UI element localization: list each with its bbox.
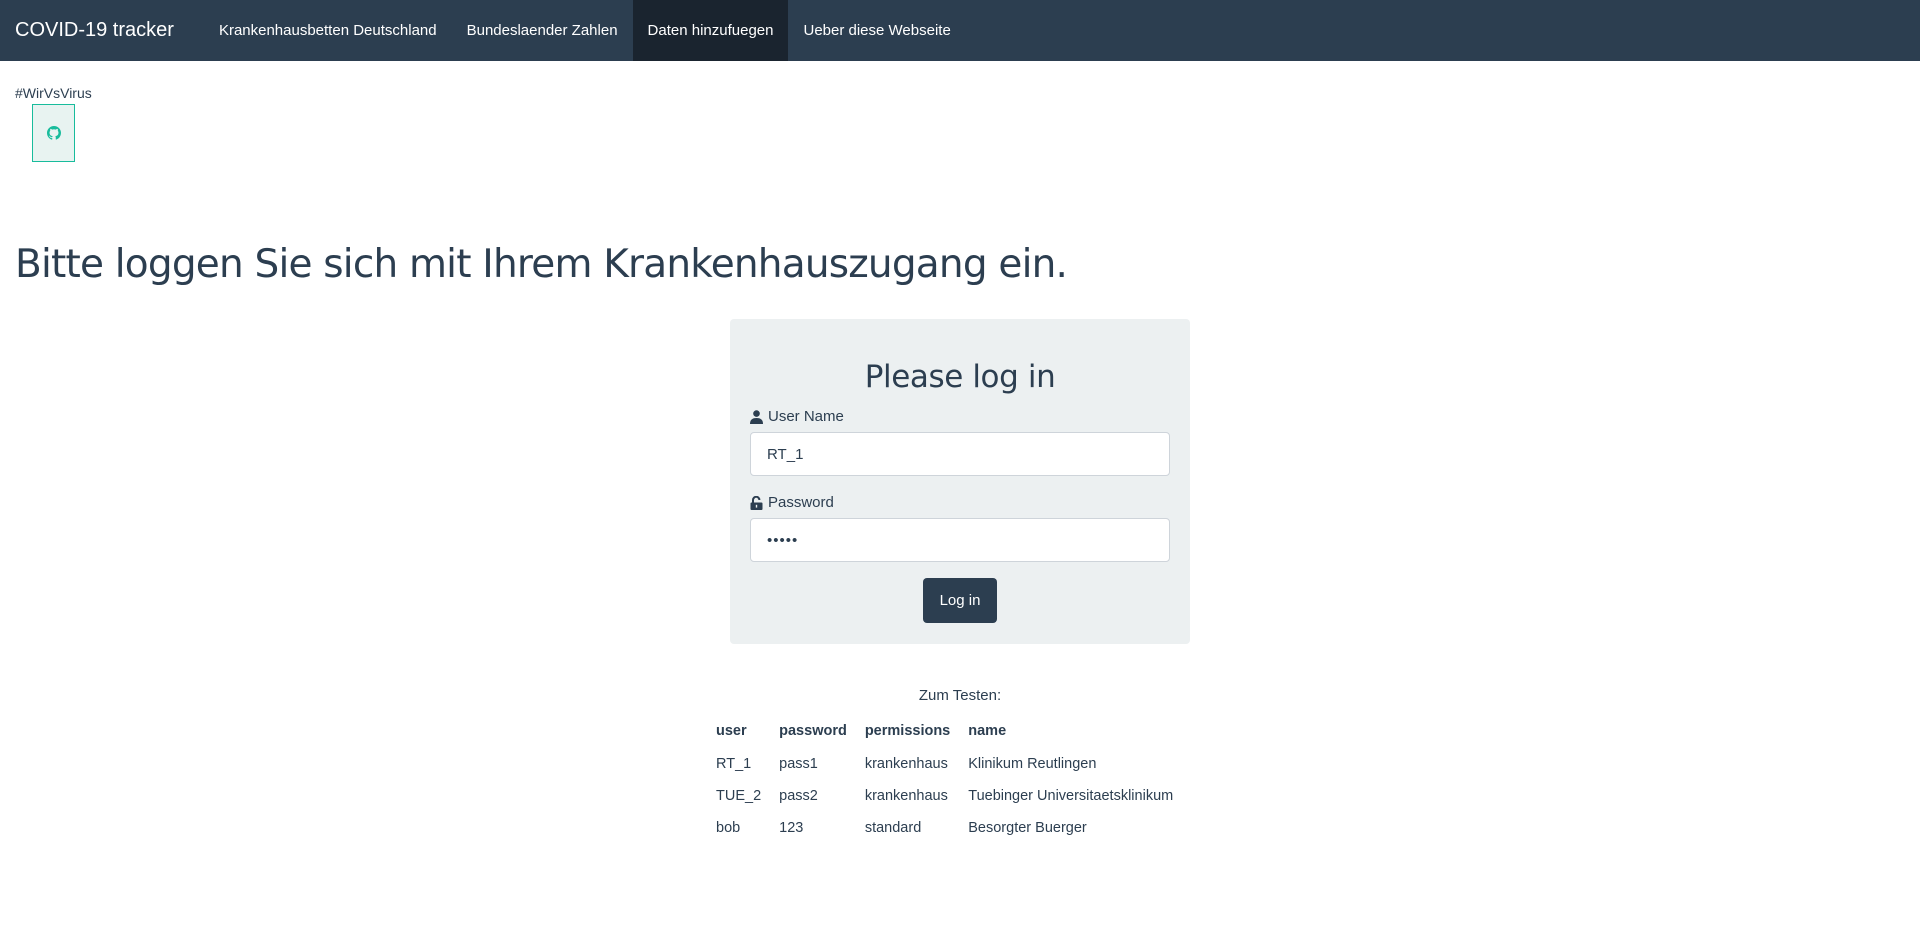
table-cell: standard xyxy=(864,820,922,836)
password-label: Password xyxy=(750,494,834,511)
brand-link[interactable]: COVID-19 tracker xyxy=(0,0,189,61)
table-cell: bob xyxy=(716,820,741,836)
hashtag-text: #WirVsVirus xyxy=(15,85,92,101)
table-cell: pass2 xyxy=(779,788,818,804)
table-cell: Klinikum Reutlingen xyxy=(968,756,1097,772)
table-cell: TUE_2 xyxy=(716,788,762,804)
table-header: name xyxy=(968,723,1007,739)
table-header: password xyxy=(779,723,847,739)
table-row: bob 123 standard Besorgter Buerger xyxy=(710,812,1185,844)
table-header: user xyxy=(716,723,747,739)
github-button[interactable] xyxy=(32,104,75,162)
password-label-text: Password xyxy=(768,494,834,511)
table-cell: 123 xyxy=(779,820,804,836)
test-caption: Zum Testen: xyxy=(918,687,1002,704)
test-credentials-table: user password permissions name RT_1 pass… xyxy=(710,716,1185,844)
login-button[interactable]: Log in xyxy=(923,578,997,623)
nav-item-krankenhausbetten[interactable]: Krankenhausbetten Deutschland xyxy=(204,0,452,61)
unlock-icon xyxy=(750,495,763,510)
page-heading: Bitte loggen Sie sich mit Ihrem Krankenh… xyxy=(15,242,1068,287)
table-cell: Tuebinger Universitaetsklinikum xyxy=(968,788,1174,804)
table-cell: Besorgter Buerger xyxy=(968,820,1087,836)
table-cell: pass1 xyxy=(779,756,818,772)
username-label-text: User Name xyxy=(768,408,844,425)
table-cell: krankenhaus xyxy=(864,756,948,772)
table-row: RT_1 pass1 krankenhaus Klinikum Reutling… xyxy=(710,748,1185,780)
username-label: User Name xyxy=(750,408,844,425)
table-header-row: user password permissions name xyxy=(710,716,1185,748)
login-card: Please log in User Name Password Log in xyxy=(730,319,1190,644)
table-header: permissions xyxy=(864,723,951,739)
login-title: Please log in xyxy=(864,359,1056,395)
nav-item-ueber[interactable]: Ueber diese Webseite xyxy=(788,0,965,61)
top-navbar: COVID-19 tracker Krankenhausbetten Deuts… xyxy=(0,0,1920,61)
table-row: TUE_2 pass2 krankenhaus Tuebinger Univer… xyxy=(710,780,1185,812)
nav-item-bundeslaender[interactable]: Bundeslaender Zahlen xyxy=(452,0,633,61)
nav-item-daten-hinzufuegen[interactable]: Daten hinzufuegen xyxy=(632,0,789,61)
password-input[interactable] xyxy=(750,518,1170,562)
table-cell: krankenhaus xyxy=(864,788,948,804)
user-icon xyxy=(750,409,763,424)
github-icon xyxy=(46,126,61,140)
username-input[interactable] xyxy=(750,432,1170,476)
table-cell: RT_1 xyxy=(716,756,752,772)
